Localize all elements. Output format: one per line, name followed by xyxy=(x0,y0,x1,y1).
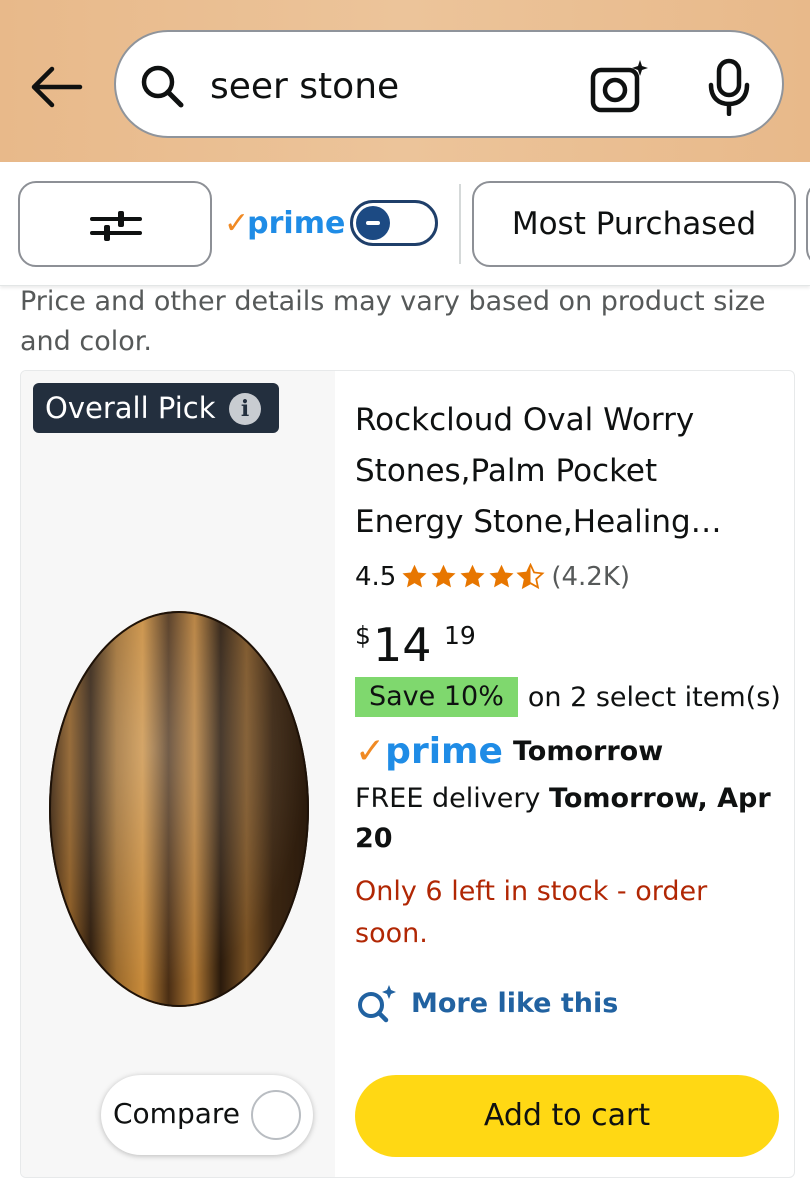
save-text: on 2 select item(s) xyxy=(527,681,781,713)
star-icon xyxy=(402,564,427,588)
price-whole: 14 xyxy=(373,618,432,672)
compare-checkbox[interactable] xyxy=(251,1090,301,1140)
product-title[interactable]: Rockcloud Oval Worry Stones,Palm Pocket … xyxy=(355,395,775,548)
star-icon xyxy=(460,564,485,588)
prime-delivery-row: ✓prime Tomorrow xyxy=(355,729,663,773)
price-fraction: 19 xyxy=(444,621,476,650)
more-like-this-link[interactable]: More like this xyxy=(355,983,618,1023)
overall-pick-badge: Overall Pick i xyxy=(33,383,279,433)
star-icon xyxy=(489,564,514,588)
prime-toggle[interactable] xyxy=(350,200,438,246)
price-disclaimer: Price and other details may vary based o… xyxy=(20,286,766,357)
star-rating xyxy=(400,563,545,591)
coupon-row: Save 10% on 2 select item(s) xyxy=(355,677,781,717)
search-bar[interactable]: seer stone xyxy=(114,30,784,138)
microphone-icon[interactable] xyxy=(706,58,752,116)
product-details: Rockcloud Oval Worry Stones,Palm Pocket … xyxy=(355,371,785,1177)
prime-check-icon: ✓ xyxy=(224,206,250,241)
visual-search-icon xyxy=(358,985,396,1023)
back-button[interactable] xyxy=(28,62,84,112)
compare-label: Compare xyxy=(113,1097,241,1130)
product-image[interactable] xyxy=(47,609,311,1009)
filter-bar: ✓prime Most Purchased xyxy=(0,162,810,286)
price-currency: $ xyxy=(355,621,371,650)
sliders-icon xyxy=(90,211,142,241)
info-icon[interactable]: i xyxy=(229,393,261,425)
back-arrow-icon xyxy=(31,66,83,108)
prime-filter-label: prime xyxy=(247,206,346,241)
top-header: seer stone xyxy=(0,0,810,162)
more-like-this-label: More like this xyxy=(411,987,619,1019)
rating-value: 4.5 xyxy=(355,562,397,592)
search-input[interactable]: seer stone xyxy=(210,66,399,107)
sort-most-purchased-button[interactable]: Most Purchased xyxy=(472,181,796,267)
search-icon xyxy=(141,65,184,108)
delivery-info: FREE delivery Tomorrow, Apr 20 xyxy=(355,779,785,859)
next-filter-button[interactable] xyxy=(806,181,810,267)
divider xyxy=(459,184,461,264)
star-icon xyxy=(431,564,456,588)
add-to-cart-button[interactable]: Add to cart xyxy=(355,1075,779,1157)
rating-count: (4.2K) xyxy=(551,562,631,592)
toggle-knob xyxy=(356,206,390,240)
rating-row[interactable]: 4.5 (4.2K) xyxy=(355,559,630,595)
stock-warning: Only 6 left in stock - order soon. xyxy=(355,876,708,949)
camera-icon[interactable] xyxy=(590,58,648,114)
prime-delivery-day: Tomorrow xyxy=(512,735,664,767)
product-card[interactable]: Overall Pick i Compare Rockcloud Oval Wo… xyxy=(20,370,795,1178)
compare-toggle[interactable]: Compare xyxy=(101,1075,313,1155)
delivery-prefix: FREE delivery xyxy=(355,783,541,814)
prime-check-icon: ✓ xyxy=(355,730,386,772)
prime-label: prime xyxy=(385,730,503,772)
prime-logo: ✓prime xyxy=(355,731,503,772)
star-half-icon xyxy=(516,563,545,590)
badge-label: Overall Pick xyxy=(45,391,216,425)
product-image-area[interactable]: Overall Pick i Compare xyxy=(21,371,335,1177)
prime-filter-logo: ✓prime xyxy=(224,206,345,241)
filters-button[interactable] xyxy=(18,181,212,267)
save-badge: Save 10% xyxy=(355,677,518,717)
